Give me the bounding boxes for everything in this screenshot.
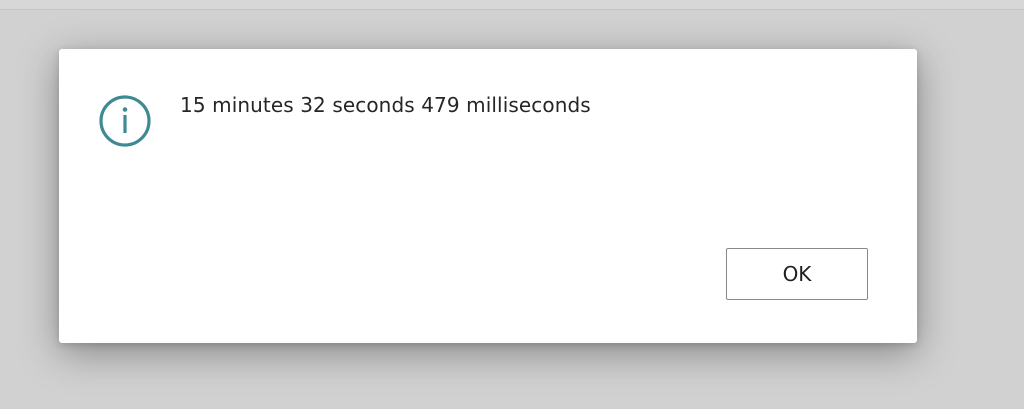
background-window-edge: [0, 0, 1024, 10]
ok-button[interactable]: OK: [726, 248, 868, 300]
message-dialog: 15 minutes 32 seconds 479 milliseconds O…: [59, 49, 917, 343]
info-icon: [99, 95, 151, 147]
page-overlay: 15 minutes 32 seconds 479 milliseconds O…: [0, 0, 1024, 409]
dialog-message: 15 minutes 32 seconds 479 milliseconds: [180, 93, 591, 117]
